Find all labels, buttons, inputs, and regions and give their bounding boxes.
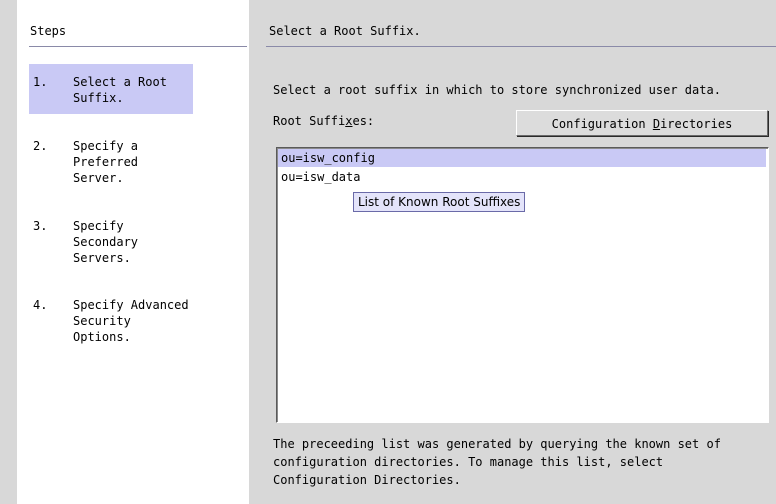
wizard-window: Steps 1. Select a Root Suffix. 2. Specif… — [0, 0, 776, 504]
list-tooltip: List of Known Root Suffixes — [353, 192, 526, 212]
label-text: Root Suffi — [273, 114, 346, 128]
steps-panel: Steps 1. Select a Root Suffix. 2. Specif… — [17, 0, 249, 504]
button-text: irectories — [660, 117, 733, 131]
instructions-text: Select a root suffix in which to store s… — [273, 83, 721, 97]
step-specify-advanced-security[interactable]: 4. Specify Advanced Security Options. — [29, 287, 193, 353]
steps-divider — [29, 46, 247, 47]
step-label: Specify Advanced Security Options. — [73, 298, 189, 344]
step-label: Specify a Preferred Server. — [73, 139, 139, 185]
step-label: Select a Root Suffix. — [73, 75, 167, 105]
step-number: 4. — [33, 298, 48, 312]
step-number: 1. — [33, 75, 48, 89]
configuration-directories-button[interactable]: Configuration Directories — [516, 110, 768, 136]
root-suffixes-label: Root Suffixes: — [273, 114, 374, 128]
title-divider — [266, 46, 776, 47]
step-specify-preferred-server[interactable]: 2. Specify a Preferred Server. — [29, 128, 193, 194]
step-number: 2. — [33, 139, 48, 153]
label-text: es: — [352, 114, 375, 128]
page-title: Select a Root Suffix. — [269, 24, 421, 38]
list-item-isw-data[interactable]: ou=isw_data — [278, 168, 766, 186]
list-item-isw-config[interactable]: ou=isw_config — [278, 149, 766, 167]
steps-title: Steps — [30, 24, 67, 38]
step-label: Specify Secondary Servers. — [73, 219, 139, 265]
main-content: Select a Root Suffix. Select a root suff… — [258, 0, 776, 504]
step-number: 3. — [33, 219, 48, 233]
step-specify-secondary-servers[interactable]: 3. Specify Secondary Servers. — [29, 208, 193, 274]
root-suffix-list[interactable]: ou=isw_config ou=isw_data — [276, 147, 769, 423]
button-text: Configuration — [551, 117, 653, 131]
step-select-root-suffix[interactable]: 1. Select a Root Suffix. — [29, 64, 193, 114]
button-mnemonic: D — [652, 117, 661, 131]
footer-note: The preceeding list was generated by que… — [273, 437, 721, 487]
